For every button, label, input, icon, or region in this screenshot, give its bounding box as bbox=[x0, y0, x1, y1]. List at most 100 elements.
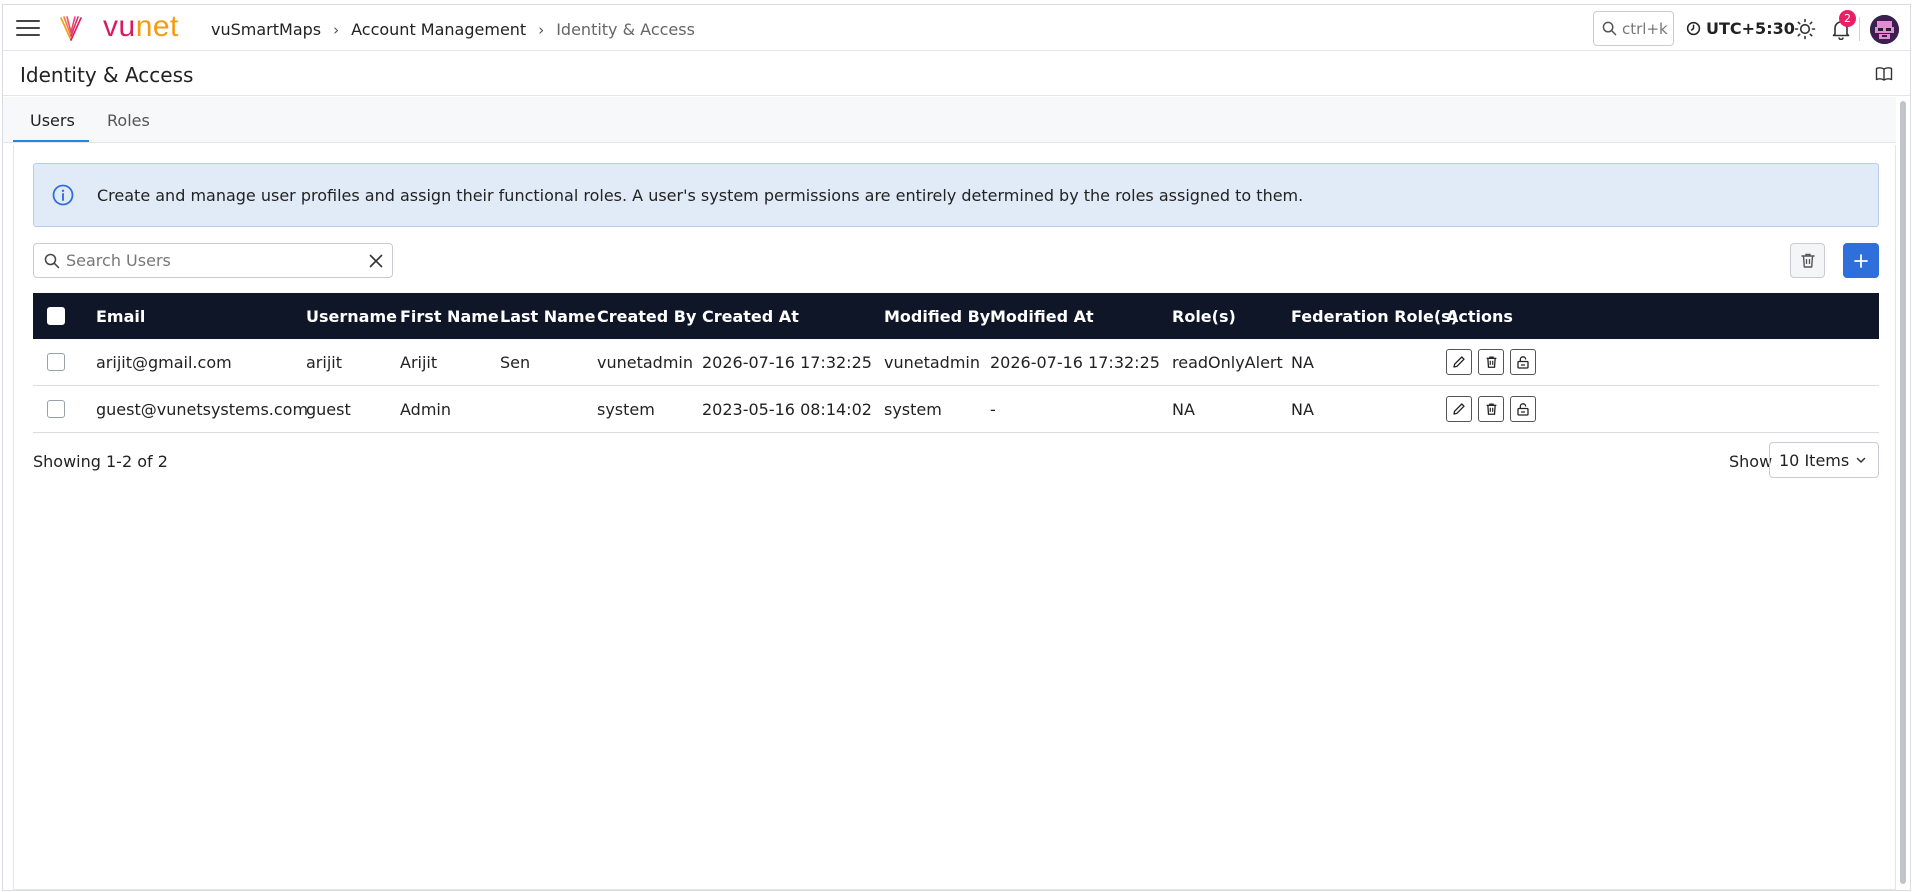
tab-roles[interactable]: Roles bbox=[107, 111, 150, 130]
table-row: guest@vunetsystems.com guest Admin syste… bbox=[33, 386, 1879, 433]
select-all-cell bbox=[47, 293, 65, 339]
column-header-username[interactable]: Username bbox=[306, 293, 397, 339]
breadcrumb-item-current: Identity & Access bbox=[556, 20, 695, 39]
clear-search-close-icon[interactable] bbox=[368, 253, 384, 269]
page-size-select[interactable]: 10 Items bbox=[1769, 442, 1879, 478]
trash-icon bbox=[1486, 403, 1496, 415]
scrollbar-thumb[interactable] bbox=[1900, 101, 1906, 884]
cell-created-by: system bbox=[597, 399, 655, 419]
table-header: Email Username First Name Last Name Crea… bbox=[33, 293, 1879, 339]
edit-user-button[interactable] bbox=[1446, 396, 1472, 422]
cell-username: guest bbox=[306, 399, 351, 419]
pencil-icon bbox=[1453, 403, 1465, 415]
row-checkbox[interactable] bbox=[47, 400, 65, 418]
unlock-user-button[interactable] bbox=[1510, 396, 1536, 422]
cell-username: arijit bbox=[306, 352, 342, 372]
tab-bar: Users Roles bbox=[3, 97, 1896, 143]
timezone-label: UTC+5:30 bbox=[1706, 19, 1795, 38]
column-header-first-name[interactable]: First Name bbox=[400, 293, 499, 339]
column-header-modified-by[interactable]: Modified By bbox=[884, 293, 990, 339]
delete-user-button[interactable] bbox=[1478, 349, 1504, 375]
notification-count-badge: 2 bbox=[1839, 10, 1856, 27]
global-search-button[interactable]: ctrl+k bbox=[1593, 11, 1674, 46]
column-header-email[interactable]: Email bbox=[96, 293, 145, 339]
column-header-roles[interactable]: Role(s) bbox=[1172, 293, 1236, 339]
add-user-button[interactable] bbox=[1843, 243, 1879, 278]
delete-user-button[interactable] bbox=[1478, 396, 1504, 422]
app-window: vunet vuSmartMaps › Account Management ›… bbox=[2, 4, 1911, 891]
active-tab-indicator bbox=[13, 140, 89, 142]
cell-federation-roles: NA bbox=[1291, 352, 1314, 372]
pencil-icon bbox=[1453, 356, 1465, 368]
cell-modified-at: - bbox=[990, 399, 996, 419]
cell-modified-by: vunetadmin bbox=[884, 352, 980, 372]
info-banner-text: Create and manage user profiles and assi… bbox=[97, 186, 1304, 205]
cell-first-name: Admin bbox=[400, 399, 451, 419]
cell-first-name: Arijit bbox=[400, 352, 438, 372]
table-row: arijit@gmail.com arijit Arijit Sen vunet… bbox=[33, 339, 1879, 386]
menu-icon[interactable] bbox=[16, 20, 40, 38]
documentation-book-icon[interactable] bbox=[1875, 66, 1893, 82]
users-table: Email Username First Name Last Name Crea… bbox=[33, 293, 1879, 433]
cell-modified-by: system bbox=[884, 399, 942, 419]
breadcrumb-separator-icon: › bbox=[538, 20, 545, 39]
theme-toggle-sun-icon[interactable] bbox=[1794, 18, 1816, 40]
avatar-icon bbox=[1870, 15, 1899, 44]
clock-icon bbox=[1686, 21, 1701, 36]
cell-created-at: 2023-05-16 08:14:02 bbox=[702, 399, 872, 419]
cell-last-name: Sen bbox=[500, 352, 531, 372]
divider bbox=[1859, 17, 1860, 41]
pagination-summary: Showing 1-2 of 2 bbox=[33, 452, 168, 471]
bulk-delete-button[interactable] bbox=[1790, 243, 1825, 278]
search-shortcut-hint: ctrl+k bbox=[1622, 19, 1668, 38]
unlock-user-button[interactable] bbox=[1510, 349, 1536, 375]
edit-user-button[interactable] bbox=[1446, 349, 1472, 375]
search-icon bbox=[44, 253, 60, 269]
cell-federation-roles: NA bbox=[1291, 399, 1314, 419]
breadcrumb-item-vusmartmaps[interactable]: vuSmartMaps bbox=[211, 20, 321, 39]
vunet-logo-icon bbox=[60, 16, 82, 41]
cell-roles: readOnlyAlert bbox=[1172, 352, 1283, 372]
column-header-federation-roles[interactable]: Federation Role(s) bbox=[1291, 293, 1458, 339]
info-icon bbox=[52, 184, 74, 206]
column-header-last-name[interactable]: Last Name bbox=[500, 293, 595, 339]
row-checkbox[interactable] bbox=[47, 353, 65, 371]
top-bar: vunet vuSmartMaps › Account Management ›… bbox=[3, 5, 1910, 51]
breadcrumb-separator-icon: › bbox=[333, 20, 340, 39]
column-header-created-at[interactable]: Created At bbox=[702, 293, 799, 339]
breadcrumb: vuSmartMaps › Account Management › Ident… bbox=[211, 20, 695, 39]
cell-created-by: vunetadmin bbox=[597, 352, 693, 372]
page-size-label: Show bbox=[1729, 452, 1773, 471]
cell-created-at: 2026-07-16 17:32:25 bbox=[702, 352, 872, 372]
user-search bbox=[33, 243, 393, 278]
chevron-down-icon bbox=[1856, 457, 1866, 463]
column-header-modified-at[interactable]: Modified At bbox=[990, 293, 1094, 339]
timezone-selector[interactable]: UTC+5:30 bbox=[1686, 19, 1795, 38]
select-all-checkbox[interactable] bbox=[47, 307, 65, 325]
cell-actions bbox=[1446, 386, 1542, 432]
tab-users[interactable]: Users bbox=[30, 111, 75, 130]
info-banner: Create and manage user profiles and assi… bbox=[33, 163, 1879, 227]
user-avatar[interactable] bbox=[1870, 15, 1899, 44]
vertical-scrollbar[interactable] bbox=[1898, 97, 1908, 888]
page-title: Identity & Access bbox=[20, 63, 194, 87]
cell-email: guest@vunetsystems.com bbox=[96, 399, 309, 419]
vunet-logo[interactable]: vunet bbox=[103, 10, 179, 44]
page-header: Identity & Access bbox=[3, 52, 1910, 96]
search-users-input[interactable] bbox=[66, 244, 366, 277]
trash-icon bbox=[1800, 253, 1815, 268]
search-icon bbox=[1602, 21, 1617, 36]
cell-roles: NA bbox=[1172, 399, 1195, 419]
lock-icon bbox=[1517, 356, 1529, 369]
row-select-cell bbox=[47, 339, 65, 385]
column-header-actions: Actions bbox=[1446, 306, 1513, 326]
cell-email: arijit@gmail.com bbox=[96, 352, 232, 372]
row-select-cell bbox=[47, 386, 65, 432]
trash-icon bbox=[1486, 356, 1496, 368]
plus-icon bbox=[1854, 253, 1868, 268]
breadcrumb-item-account-management[interactable]: Account Management bbox=[351, 20, 526, 39]
cell-actions bbox=[1446, 339, 1542, 385]
column-header-created-by[interactable]: Created By bbox=[597, 293, 696, 339]
users-panel: Create and manage user profiles and assi… bbox=[13, 145, 1896, 890]
page-size-value: 10 Items bbox=[1779, 450, 1850, 470]
